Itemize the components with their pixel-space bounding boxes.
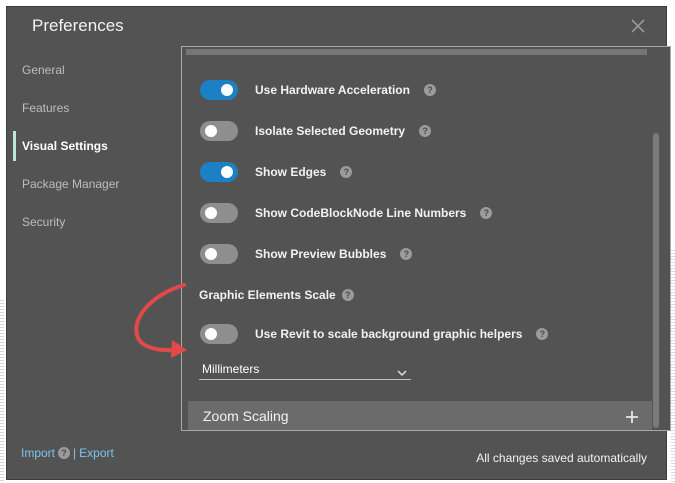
sidebar-item-package-manager[interactable]: Package Manager — [7, 165, 181, 203]
toggle-knob — [205, 248, 217, 260]
question-circle-icon[interactable]: ? — [419, 125, 432, 137]
graphic-elements-scale-heading: Graphic Elements Scale ? — [199, 288, 354, 302]
annotation-arrow-icon — [134, 283, 187, 358]
units-dropdown-value: Millimeters — [202, 362, 260, 376]
panel-top-scrollbar[interactable] — [186, 49, 647, 55]
background-edge-right — [671, 250, 675, 483]
link-separator: | — [73, 446, 77, 460]
setting-label: Use Revit to scale background graphic he… — [255, 327, 523, 341]
codeblock-line-numbers-toggle[interactable] — [200, 203, 238, 223]
setting-label: Show Edges — [255, 165, 327, 179]
revit-scale-toggle[interactable] — [200, 324, 238, 344]
chevron-down-icon — [397, 364, 407, 382]
preferences-dialog: Preferences General Features Visual Sett… — [6, 6, 671, 480]
setting-label: Isolate Selected Geometry — [255, 124, 406, 138]
toggle-knob — [205, 328, 217, 340]
setting-codeblock-line-numbers: Show CodeBlockNode Line Numbers ? — [200, 202, 493, 224]
dialog-title: Preferences — [32, 16, 124, 35]
export-link[interactable]: Export — [79, 446, 114, 460]
setting-label: Show Preview Bubbles — [255, 247, 387, 261]
sidebar-item-general[interactable]: General — [7, 51, 181, 89]
toggle-knob — [221, 166, 233, 178]
toggle-knob — [205, 207, 217, 219]
setting-preview-bubbles: Show Preview Bubbles ? — [200, 243, 413, 265]
section-label-text: Graphic Elements Scale — [199, 288, 336, 302]
setting-label: Show CodeBlockNode Line Numbers — [255, 206, 467, 220]
import-link[interactable]: Import — [21, 446, 55, 460]
hardware-acceleration-toggle[interactable] — [200, 80, 238, 100]
background-edge-left — [0, 300, 4, 483]
setting-hardware-acceleration: Use Hardware Acceleration ? — [200, 79, 436, 101]
sidebar: General Features Visual Settings Package… — [7, 51, 181, 241]
show-edges-toggle[interactable] — [200, 162, 238, 182]
sidebar-item-security[interactable]: Security — [7, 203, 181, 241]
close-icon[interactable] — [630, 18, 646, 34]
question-circle-icon[interactable]: ? — [536, 328, 549, 340]
setting-isolate-geometry: Isolate Selected Geometry ? — [200, 120, 432, 142]
zoom-scaling-expander[interactable]: Zoom Scaling — [188, 401, 652, 430]
question-circle-icon[interactable]: ? — [400, 248, 413, 260]
question-circle-icon[interactable]: ? — [340, 166, 353, 178]
sidebar-item-visual-settings[interactable]: Visual Settings — [7, 127, 181, 165]
plus-icon[interactable] — [626, 410, 638, 428]
preview-bubbles-toggle[interactable] — [200, 244, 238, 264]
import-export-links: Import ? | Export — [21, 446, 114, 460]
toggle-knob — [205, 125, 217, 137]
question-circle-icon[interactable]: ? — [341, 289, 354, 301]
visual-settings-panel: Use Hardware Acceleration ? Isolate Sele… — [181, 46, 671, 431]
question-circle-icon[interactable]: ? — [423, 84, 436, 96]
isolate-geometry-toggle[interactable] — [200, 121, 238, 141]
sidebar-item-features[interactable]: Features — [7, 89, 181, 127]
setting-revit-scale: Use Revit to scale background graphic he… — [200, 323, 549, 345]
toggle-knob — [221, 84, 233, 96]
question-circle-icon[interactable]: ? — [58, 447, 71, 459]
zoom-scaling-title: Zoom Scaling — [203, 408, 289, 424]
question-circle-icon[interactable]: ? — [480, 207, 493, 219]
vertical-scrollbar[interactable] — [653, 133, 659, 428]
setting-label: Use Hardware Acceleration — [255, 83, 410, 97]
autosave-status: All changes saved automatically — [476, 451, 647, 465]
setting-show-edges: Show Edges ? — [200, 161, 353, 183]
units-dropdown[interactable]: Millimeters — [199, 359, 411, 380]
